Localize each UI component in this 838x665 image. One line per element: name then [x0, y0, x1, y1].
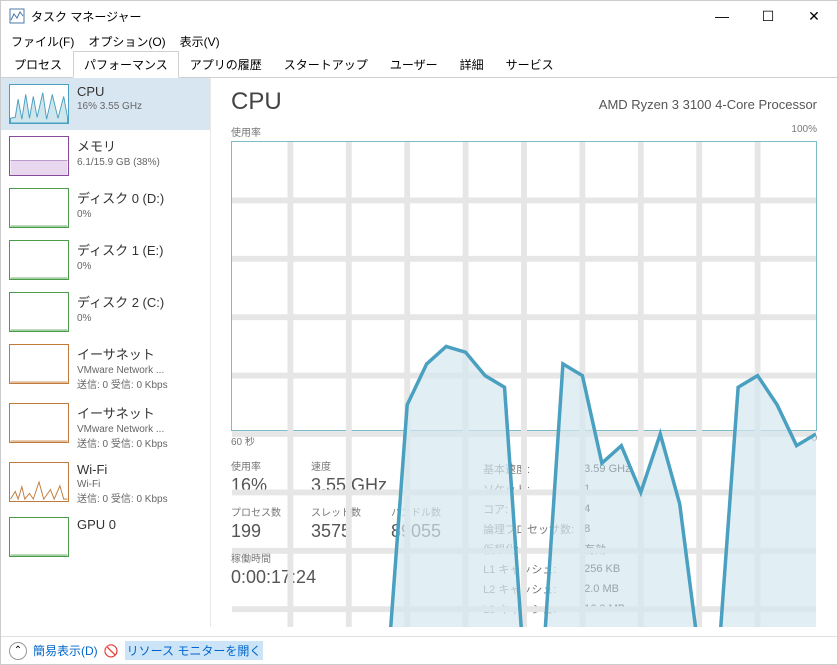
sidebar-item-sub: 0%: [77, 313, 202, 324]
app-icon: [9, 8, 25, 24]
sidebar: CPU 16% 3.55 GHz メモリ 6.1/15.9 GB (38%) ディスク …: [1, 78, 211, 627]
resource-monitor-link[interactable]: リソース モニターを開く: [125, 641, 264, 660]
thumb-icon: [9, 240, 69, 280]
menu-view[interactable]: 表示(V): [174, 31, 226, 52]
thumb-icon: [9, 462, 69, 502]
tab-startup[interactable]: スタートアップ: [273, 51, 379, 78]
sidebar-item-sub2: 送信: 0 受信: 0 Kbps: [77, 376, 202, 391]
no-icon: 🚫: [104, 644, 119, 658]
maximize-button[interactable]: ☐: [745, 1, 791, 31]
sidebar-item-title: CPU: [77, 84, 202, 99]
cpu-model: AMD Ryzen 3 3100 4-Core Processor: [599, 97, 817, 112]
thumb-icon: [9, 403, 69, 443]
sidebar-item-title: ディスク 1 (E:): [77, 240, 202, 259]
thumb-icon: [9, 517, 69, 557]
collapse-button[interactable]: ⌃: [9, 642, 27, 660]
menu-file[interactable]: ファイル(F): [5, 31, 80, 52]
main-panel: CPU AMD Ryzen 3 3100 4-Core Processor 使用…: [211, 78, 837, 627]
menu-options[interactable]: オプション(O): [82, 31, 171, 52]
tab-details[interactable]: 詳細: [449, 51, 495, 78]
sidebar-item-sub2: 送信: 0 受信: 0 Kbps: [77, 435, 202, 450]
sidebar-item-sub: 0%: [77, 261, 202, 272]
sidebar-item-Wi-Fi[interactable]: Wi-FiWi-Fi送信: 0 受信: 0 Kbps: [1, 456, 210, 511]
cpu-graph: [231, 141, 817, 431]
graph-label-top-right: 100%: [791, 124, 817, 139]
tab-processes[interactable]: プロセス: [3, 51, 73, 78]
sidebar-item-title: ディスク 2 (C:): [77, 292, 202, 311]
thumb-icon: [9, 188, 69, 228]
tab-services[interactable]: サービス: [495, 51, 565, 78]
tabs: プロセス パフォーマンス アプリの履歴 スタートアップ ユーザー 詳細 サービス: [1, 51, 837, 78]
sidebar-item-title: Wi-Fi: [77, 462, 202, 477]
sidebar-item-title: イーサネット: [77, 403, 202, 422]
statusbar: ⌃ 簡易表示(D) 🚫 リソース モニターを開く: [1, 636, 837, 664]
thumb-icon: [9, 84, 69, 124]
titlebar: タスク マネージャー — ☐ ✕: [1, 1, 837, 31]
thumb-icon: [9, 344, 69, 384]
sidebar-item-sub: 0%: [77, 209, 202, 220]
thumb-icon: [9, 136, 69, 176]
sidebar-item-GPU 0[interactable]: GPU 0: [1, 511, 210, 563]
sidebar-item-イーサネット[interactable]: イーサネット VMware Network ...送信: 0 受信: 0 Kbps: [1, 397, 210, 456]
minimize-button[interactable]: —: [699, 1, 745, 31]
tab-app-history[interactable]: アプリの履歴: [179, 51, 273, 78]
page-title: CPU: [231, 88, 282, 116]
sidebar-item-sub: 16% 3.55 GHz: [77, 101, 202, 112]
fewer-details-link[interactable]: 簡易表示(D): [33, 642, 98, 659]
sidebar-item-sub: 6.1/15.9 GB (38%): [77, 157, 202, 168]
sidebar-item-title: ディスク 0 (D:): [77, 188, 202, 207]
sidebar-item-sub: VMware Network ...: [77, 365, 202, 376]
sidebar-item-title: イーサネット: [77, 344, 202, 363]
sidebar-item-イーサネット[interactable]: イーサネット VMware Network ...送信: 0 受信: 0 Kbps: [1, 338, 210, 397]
graph-label-top-left: 使用率: [231, 124, 261, 139]
menubar: ファイル(F) オプション(O) 表示(V): [1, 31, 837, 51]
sidebar-item-ディスク 1 (E:)[interactable]: ディスク 1 (E:) 0%: [1, 234, 210, 286]
sidebar-item-メモリ[interactable]: メモリ 6.1/15.9 GB (38%): [1, 130, 210, 182]
sidebar-item-ディスク 0 (D:)[interactable]: ディスク 0 (D:) 0%: [1, 182, 210, 234]
sidebar-item-sub: Wi-Fi: [77, 479, 202, 490]
sidebar-item-sub: VMware Network ...: [77, 424, 202, 435]
sidebar-item-ディスク 2 (C:)[interactable]: ディスク 2 (C:) 0%: [1, 286, 210, 338]
sidebar-item-CPU[interactable]: CPU 16% 3.55 GHz: [1, 78, 210, 130]
thumb-icon: [9, 292, 69, 332]
sidebar-item-sub2: 送信: 0 受信: 0 Kbps: [77, 490, 202, 505]
tab-performance[interactable]: パフォーマンス: [73, 51, 179, 78]
sidebar-item-title: メモリ: [77, 136, 202, 155]
tab-users[interactable]: ユーザー: [379, 51, 449, 78]
close-button[interactable]: ✕: [791, 1, 837, 31]
sidebar-item-title: GPU 0: [77, 517, 202, 532]
window-title: タスク マネージャー: [31, 8, 699, 25]
